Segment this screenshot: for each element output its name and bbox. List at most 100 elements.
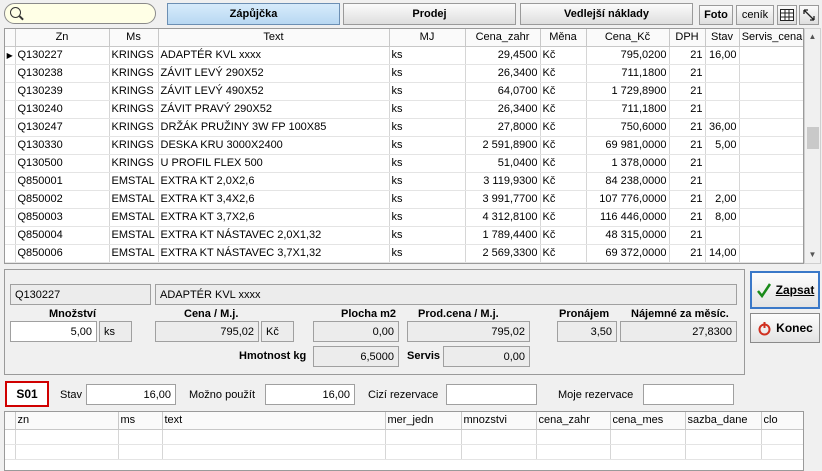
table-cell[interactable] [705, 262, 740, 263]
table-cell[interactable] [739, 154, 803, 173]
table-cell[interactable]: 69 372,0000 [586, 244, 670, 263]
table-cell[interactable]: 1 378,0000 [586, 154, 670, 173]
table-cell[interactable]: Q130247 [15, 118, 110, 137]
table-cell[interactable]: Q850003 [15, 208, 110, 227]
table-cell[interactable]: 21 [669, 208, 706, 227]
table-cell[interactable]: 21 [669, 154, 706, 173]
table-cell[interactable]: Kč [540, 100, 587, 119]
table-cell[interactable]: KRINGS [109, 46, 159, 65]
table-cell[interactable]: Q850001 [15, 172, 110, 191]
table-cell[interactable] [118, 444, 163, 460]
table-cell[interactable]: 26,3400 [465, 64, 541, 83]
table-cell[interactable]: 21 [669, 64, 706, 83]
table-cell[interactable] [586, 262, 670, 263]
col-header[interactable]: clo [761, 412, 803, 430]
table-cell[interactable]: ks [389, 100, 466, 119]
mnozstvi-input[interactable]: 5,00 [10, 321, 97, 342]
table-cell[interactable]: 36,00 [705, 118, 740, 137]
table-cell[interactable]: EXTRA KT 3,4X2,6 [158, 190, 390, 209]
table-cell[interactable]: ADAPTÉR KVL xxxx [158, 46, 390, 65]
table-cell[interactable]: 2,00 [705, 190, 740, 209]
grid-view-button[interactable] [777, 5, 797, 25]
table-cell[interactable] [536, 429, 611, 445]
table-cell[interactable]: 26,3400 [465, 100, 541, 119]
table-cell[interactable]: ks [389, 64, 466, 83]
table-cell[interactable]: 1 789,4400 [465, 226, 541, 245]
table-row[interactable]: Q850006 EMSTAL EXTRA KT NÁSTAVEC 3,7X1,32 k… [5, 244, 803, 263]
table-cell[interactable]: ks [389, 244, 466, 263]
table-row[interactable]: Q850003 EMSTAL EXTRA KT 3,7X2,6 ks 4 312,810… [5, 208, 803, 227]
table-cell[interactable] [118, 429, 163, 445]
table-cell[interactable]: 27,8000 [465, 118, 541, 137]
scroll-down-icon[interactable]: ▼ [805, 247, 820, 263]
table-cell[interactable]: Kč [540, 244, 587, 263]
table-cell[interactable]: 2 591,8900 [465, 136, 541, 155]
table-cell[interactable] [15, 262, 110, 263]
table-cell[interactable]: ks [389, 46, 466, 65]
table-row[interactable]: Q130240 KRINGS ZÁVIT PRAVÝ 290X52 ks 26,3400… [5, 100, 803, 119]
foto-button[interactable]: Foto [699, 5, 733, 25]
table-cell[interactable]: Kč [540, 64, 587, 83]
konec-button[interactable]: Konec [750, 313, 820, 343]
table-cell[interactable]: EXTRA KT NÁSTAVEC 3,7X1,32 [158, 244, 390, 263]
col-header[interactable]: Zn [15, 29, 110, 47]
table-cell[interactable]: Kč [540, 208, 587, 227]
table-cell[interactable]: ZÁVIT PRAVÝ 290X52 [158, 100, 390, 119]
table-cell[interactable] [5, 444, 16, 460]
expand-button[interactable] [799, 5, 819, 25]
table-cell[interactable] [705, 64, 740, 83]
table-cell[interactable]: ks [389, 190, 466, 209]
table-cell[interactable] [389, 262, 466, 263]
table-cell[interactable] [15, 429, 119, 445]
table-cell[interactable]: 5,00 [705, 136, 740, 155]
table-cell[interactable]: ZÁVIT LEVÝ 490X52 [158, 82, 390, 101]
table-cell[interactable]: EMSTAL [109, 208, 159, 227]
items-grid[interactable]: Zn Ms Text MJ Cena_zahr Měna Cena_Kč DPH… [4, 28, 804, 264]
table-cell[interactable]: Kč [540, 190, 587, 209]
table-cell[interactable]: 3 991,7700 [465, 190, 541, 209]
table-cell[interactable]: 51,0400 [465, 154, 541, 173]
table-cell[interactable]: 21 [669, 82, 706, 101]
tab-vedlejsi-naklady[interactable]: Vedlejší náklady [520, 3, 693, 25]
col-header[interactable]: Text [158, 29, 390, 47]
table-cell[interactable]: KRINGS [109, 82, 159, 101]
table-cell[interactable]: KRINGS [109, 64, 159, 83]
table-cell[interactable]: EMSTAL [109, 172, 159, 191]
col-header[interactable]: Servis_cena [739, 29, 803, 47]
scroll-up-icon[interactable]: ▲ [805, 29, 820, 45]
table-cell[interactable]: Kč [540, 154, 587, 173]
table-row[interactable]: Q130238 KRINGS ZÁVIT LEVÝ 290X52 ks 26,3400 K… [5, 64, 803, 83]
table-cell[interactable]: 64,0700 [465, 82, 541, 101]
table-cell[interactable] [705, 226, 740, 245]
table-cell[interactable] [158, 262, 390, 263]
table-cell[interactable]: Q130330 [15, 136, 110, 155]
table-row[interactable]: Q130500 KRINGS U PROFIL FLEX 500 ks 51,0400 K… [5, 154, 803, 173]
table-cell[interactable] [610, 444, 686, 460]
table-cell[interactable] [465, 262, 541, 263]
table-row[interactable] [5, 429, 803, 445]
table-cell[interactable]: Q850006 [15, 244, 110, 263]
zapsat-button[interactable]: Zapsat [750, 271, 820, 309]
table-cell[interactable] [739, 136, 803, 155]
table-cell[interactable]: 8,00 [705, 208, 740, 227]
table-cell[interactable]: 21 [669, 100, 706, 119]
cenik-button[interactable]: ceník [736, 5, 774, 25]
table-cell[interactable]: DESKA KRU 3000X2400 [158, 136, 390, 155]
table-cell[interactable]: Kč [540, 82, 587, 101]
grid-vertical-scrollbar[interactable]: ▲ ▼ [804, 28, 821, 264]
table-cell[interactable]: ks [389, 154, 466, 173]
table-cell[interactable] [739, 100, 803, 119]
table-cell[interactable]: EXTRA KT 3,7X2,6 [158, 208, 390, 227]
table-cell[interactable]: EXTRA KT NÁSTAVEC 2,0X1,32 [158, 226, 390, 245]
table-row[interactable]: Q850002 EMSTAL EXTRA KT 3,4X2,6 ks 3 991,770… [5, 190, 803, 209]
table-cell[interactable] [162, 444, 386, 460]
table-cell[interactable] [685, 444, 762, 460]
table-cell[interactable]: 69 981,0000 [586, 136, 670, 155]
table-cell[interactable] [669, 262, 706, 263]
table-cell[interactable]: 116 446,0000 [586, 208, 670, 227]
table-cell[interactable]: Kč [540, 136, 587, 155]
table-cell[interactable] [739, 244, 803, 263]
table-cell[interactable] [109, 262, 159, 263]
table-cell[interactable]: KRINGS [109, 154, 159, 173]
table-cell[interactable]: Q130500 [15, 154, 110, 173]
